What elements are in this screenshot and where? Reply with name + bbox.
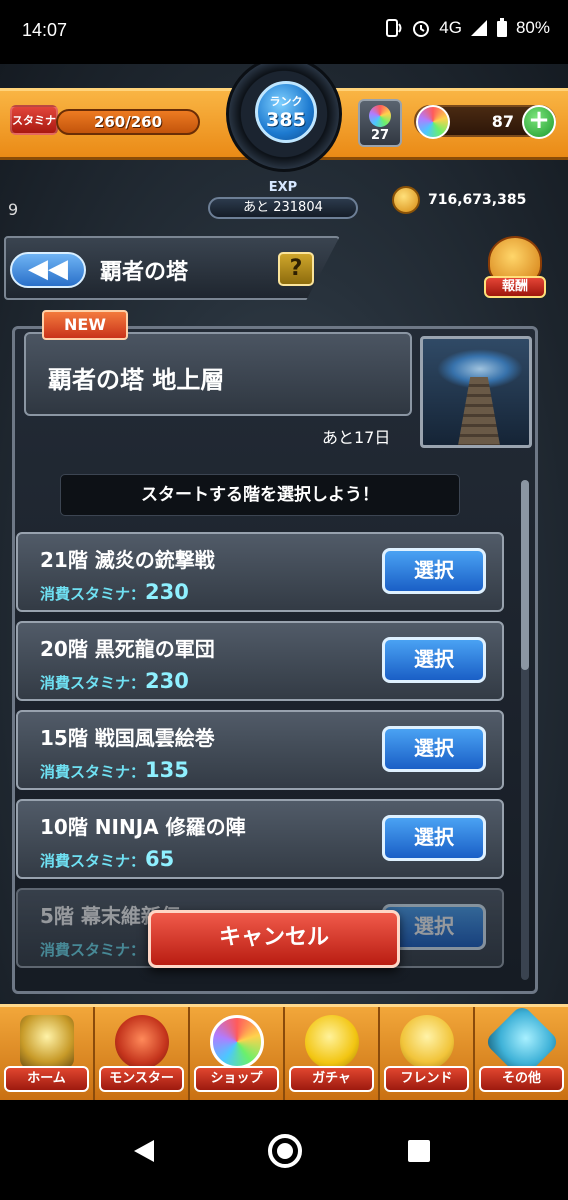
rank-value: 385 bbox=[266, 109, 306, 131]
stamina-cost-label: 消費スタミナ： bbox=[40, 585, 146, 603]
orb-counter: 87 + bbox=[414, 105, 556, 139]
orb-count-value: 87 bbox=[491, 112, 514, 131]
system-back-icon[interactable] bbox=[134, 1140, 154, 1162]
signal-icon bbox=[470, 20, 487, 36]
gold-counter: 716,673,385 bbox=[392, 186, 526, 214]
nav-label: その他 bbox=[479, 1066, 564, 1092]
system-home-icon[interactable] bbox=[268, 1134, 302, 1168]
stamina-cost-value: 65 bbox=[145, 847, 175, 871]
floor-name: 20階 黒死龍の軍団 bbox=[40, 637, 215, 661]
quest-name: 覇者の塔 地上層 bbox=[48, 366, 225, 394]
select-button[interactable]: 選択 bbox=[382, 726, 486, 772]
cancel-button[interactable]: キャンセル bbox=[148, 910, 400, 968]
rainbow-orb-icon bbox=[416, 105, 450, 139]
select-button[interactable]: 選択 bbox=[382, 637, 486, 683]
floor-list: 21階 滅炎の銃撃戦 消費スタミナ：230 選択 20階 黒死龍の軍団 消費スタ… bbox=[16, 532, 506, 972]
floor-stamina: 消費スタミナ：230 bbox=[40, 580, 189, 604]
game-screen: スタミナ 260/260 27 87 + ランク 385 EXP あと 2318… bbox=[0, 64, 568, 1100]
status-time: 14:07 bbox=[22, 20, 68, 40]
floor-stamina: 消費スタミナ：65 bbox=[40, 847, 174, 871]
floor-row: 20階 黒死龍の軍団 消費スタミナ：230 選択 bbox=[16, 621, 504, 701]
nav-label: フレンド bbox=[384, 1066, 469, 1092]
floor-row: 21階 滅炎の銃撃戦 消費スタミナ：230 選択 bbox=[16, 532, 504, 612]
nav-label: ショップ bbox=[194, 1066, 279, 1092]
stamina-cost-value: 230 bbox=[145, 580, 189, 604]
battery-icon bbox=[496, 18, 507, 37]
floor-name: 15階 戦国風雲絵巻 bbox=[40, 726, 215, 750]
status-bar: 14:07 4G 80% bbox=[0, 0, 568, 64]
gacha-icon bbox=[304, 1015, 359, 1069]
nav-friend[interactable]: フレンド bbox=[380, 1007, 475, 1100]
stamina-cost-label: 消費スタミナ： bbox=[40, 852, 146, 870]
shop-icon bbox=[209, 1015, 264, 1069]
orb-box-button[interactable]: 27 bbox=[358, 99, 402, 147]
stamina-cost-value: 135 bbox=[145, 758, 189, 782]
select-button[interactable]: 選択 bbox=[382, 548, 486, 594]
monster-icon bbox=[114, 1015, 169, 1069]
bottom-nav: ホーム モンスター ショップ ガチャ フレンド その他 bbox=[0, 1003, 568, 1100]
exp-remaining: あと 231804 bbox=[208, 197, 358, 219]
floor-stamina: 消費スタミナ： bbox=[40, 936, 145, 960]
nfc-icon bbox=[386, 19, 402, 37]
exp-label: EXP bbox=[268, 180, 298, 195]
nav-label: モンスター bbox=[99, 1066, 184, 1092]
floor-stamina: 消費スタミナ：230 bbox=[40, 669, 189, 693]
battery-percent: 80% bbox=[515, 18, 550, 37]
buy-orb-plus-button[interactable]: + bbox=[522, 105, 556, 139]
floor-name: 21階 滅炎の銃撃戦 bbox=[40, 548, 215, 572]
system-recents-icon[interactable] bbox=[408, 1140, 430, 1162]
level-number: 9 bbox=[8, 200, 19, 219]
alarm-icon bbox=[413, 21, 430, 37]
back-button[interactable]: ◀◀ bbox=[10, 252, 86, 288]
tower-image bbox=[420, 336, 532, 448]
reward-button[interactable]: 報酬 bbox=[482, 236, 548, 304]
nav-monster[interactable]: モンスター bbox=[95, 1007, 190, 1100]
page-title: 覇者の塔 bbox=[100, 260, 189, 285]
exp-box: EXP あと 231804 bbox=[208, 180, 358, 220]
stamina-label: スタミナ bbox=[10, 105, 58, 135]
scrollbar-thumb[interactable] bbox=[521, 480, 529, 670]
nav-label: ガチャ bbox=[289, 1066, 374, 1092]
floor-row: 10階 NINJA 修羅の陣 消費スタミナ：65 選択 bbox=[16, 799, 504, 879]
new-badge: NEW bbox=[42, 310, 128, 340]
system-nav-bar bbox=[0, 1100, 568, 1200]
stamina-cost-label: 消費スタミナ： bbox=[40, 674, 146, 692]
stamina-cost-label: 消費スタミナ： bbox=[40, 763, 146, 781]
nav-label: ホーム bbox=[4, 1066, 89, 1092]
orb-icon bbox=[369, 105, 391, 127]
days-left: あと17日 bbox=[322, 428, 391, 447]
nav-other[interactable]: その他 bbox=[475, 1003, 568, 1100]
stamina-cost-label: 消費スタミナ： bbox=[40, 941, 146, 959]
stamina-cost-value: 230 bbox=[145, 669, 189, 693]
nav-shop[interactable]: ショップ bbox=[190, 1007, 285, 1100]
network-type: 4G bbox=[439, 18, 462, 37]
floor-stamina: 消費スタミナ：135 bbox=[40, 758, 189, 782]
help-button[interactable]: ? bbox=[278, 252, 314, 286]
reward-label: 報酬 bbox=[484, 276, 546, 298]
floor-row: 15階 戦国風雲絵巻 消費スタミナ：135 選択 bbox=[16, 710, 504, 790]
instruction-text: スタートする階を選択しよう！ bbox=[60, 474, 460, 516]
select-button[interactable]: 選択 bbox=[382, 815, 486, 861]
rank-label: ランク bbox=[269, 95, 303, 108]
gold-coin-icon bbox=[392, 186, 420, 214]
status-icons: 4G 80% bbox=[383, 18, 550, 38]
floor-name: 10階 NINJA 修羅の陣 bbox=[40, 815, 246, 839]
nav-gacha[interactable]: ガチャ bbox=[285, 1007, 380, 1100]
nav-home[interactable]: ホーム bbox=[0, 1007, 95, 1100]
orb-box-count: 27 bbox=[370, 128, 390, 143]
friend-icon bbox=[399, 1015, 454, 1069]
rank-badge: ランク 385 bbox=[255, 81, 317, 143]
stamina-bar: 260/260 bbox=[56, 109, 200, 135]
gold-value: 716,673,385 bbox=[428, 192, 527, 208]
home-icon bbox=[19, 1015, 74, 1069]
